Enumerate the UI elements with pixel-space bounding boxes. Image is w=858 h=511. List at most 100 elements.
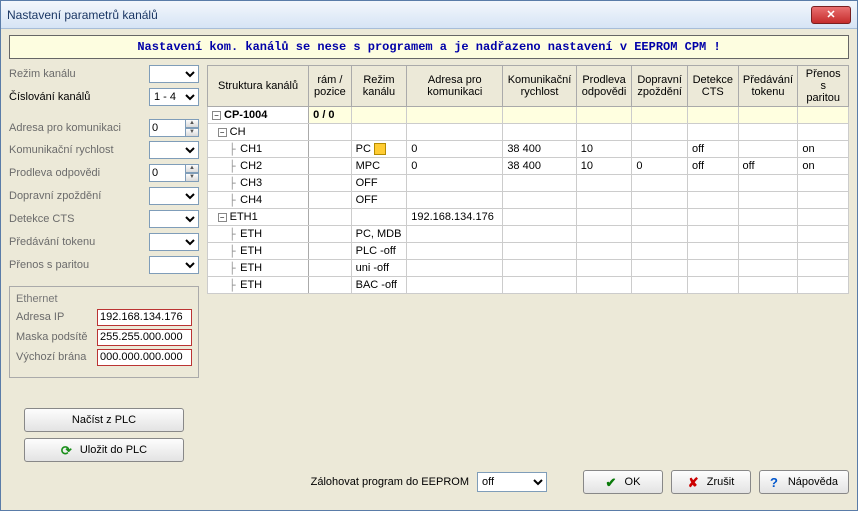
cell-frame — [309, 243, 351, 260]
cancel-button[interactable]: ✘ Zrušit — [671, 470, 751, 494]
cell-tdelay — [632, 175, 688, 192]
refresh-icon: ⟳ — [61, 443, 75, 457]
cell-mode: PLC -off — [351, 243, 407, 260]
table-row[interactable]: −CP-10040 / 0 — [208, 107, 849, 124]
cell-delay — [576, 209, 632, 226]
table-row[interactable]: ├ ETHBAC -off — [208, 277, 849, 294]
backup-label: Zálohovat program do EEPROM — [311, 476, 469, 488]
gw-input[interactable] — [97, 349, 192, 366]
tree-node-label: ETH — [240, 279, 262, 291]
cell-speed — [503, 175, 576, 192]
token-select[interactable] — [149, 233, 199, 251]
table-row[interactable]: ├ CH3OFF — [208, 175, 849, 192]
cell-speed — [503, 226, 576, 243]
ip-input[interactable] — [97, 309, 192, 326]
cell-mode — [351, 124, 407, 141]
table-row[interactable]: −CH — [208, 124, 849, 141]
numbering-select[interactable]: 1 - 4 — [149, 88, 199, 106]
cell-speed — [503, 107, 576, 124]
cell-delay — [576, 226, 632, 243]
cell-tdelay — [632, 209, 688, 226]
cell-tdelay — [632, 124, 688, 141]
cell-parity — [798, 209, 849, 226]
collapse-icon[interactable]: − — [218, 128, 227, 137]
table-row[interactable]: ├ CH2MPC038 400100offoffon — [208, 158, 849, 175]
cell-mode: PC, MDB — [351, 226, 407, 243]
mode-select[interactable] — [149, 65, 199, 83]
ok-button[interactable]: ✔ OK — [583, 470, 663, 494]
close-icon: ✕ — [826, 8, 835, 21]
cell-tdelay — [632, 226, 688, 243]
question-icon: ? — [770, 475, 783, 489]
cell-mode: OFF — [351, 192, 407, 209]
cancel-label: Zrušit — [707, 476, 735, 488]
cell-token — [738, 192, 798, 209]
cell-token — [738, 243, 798, 260]
tree-node-label: CH — [230, 126, 246, 138]
collapse-icon[interactable]: − — [218, 213, 227, 222]
cell-mode: uni -off — [351, 260, 407, 277]
chevron-down-icon[interactable]: ▼ — [185, 128, 199, 137]
help-button[interactable]: ? Nápověda — [759, 470, 849, 494]
cell-token — [738, 209, 798, 226]
chevron-up-icon[interactable]: ▲ — [185, 164, 199, 173]
chevron-down-icon[interactable]: ▼ — [185, 173, 199, 182]
delay-spinner[interactable]: ▲▼ — [149, 164, 199, 182]
table-row[interactable]: ├ CH4OFF — [208, 192, 849, 209]
tree-node-label: CH2 — [240, 160, 262, 172]
table-row[interactable]: ├ ETHuni -off — [208, 260, 849, 277]
ok-label: OK — [625, 476, 641, 488]
cell-delay — [576, 192, 632, 209]
table-row[interactable]: ├ ETHPC, MDB — [208, 226, 849, 243]
cell-addr — [407, 107, 503, 124]
comm-addr-spinner[interactable]: ▲▼ — [149, 119, 199, 137]
cell-addr — [407, 175, 503, 192]
left-panel: Režim kanálu Číslování kanálů 1 - 4 Adre… — [9, 65, 199, 462]
numbering-label: Číslování kanálů — [9, 91, 149, 103]
cell-cts: off — [687, 141, 738, 158]
cell-addr — [407, 260, 503, 277]
col-frame: rám / pozice — [309, 66, 351, 107]
cell-addr: 0 — [407, 141, 503, 158]
cell-parity — [798, 124, 849, 141]
comm-addr-input[interactable] — [149, 119, 185, 137]
cell-token — [738, 277, 798, 294]
table-row[interactable]: ├ CH1PC038 40010offon — [208, 141, 849, 158]
tree-node-label: CH3 — [240, 177, 262, 189]
cell-tdelay — [632, 107, 688, 124]
close-button[interactable]: ✕ — [811, 6, 851, 24]
backup-select[interactable]: off — [477, 472, 547, 492]
read-plc-button[interactable]: Načíst z PLC — [24, 408, 184, 432]
help-label: Nápověda — [788, 476, 838, 488]
cell-cts — [687, 107, 738, 124]
parity-label: Přenos s paritou — [9, 259, 149, 271]
tdelay-select[interactable] — [149, 187, 199, 205]
speed-label: Komunikační rychlost — [9, 144, 149, 156]
cts-select[interactable] — [149, 210, 199, 228]
cell-speed — [503, 260, 576, 277]
mode-label: Režim kanálu — [9, 68, 149, 80]
mode-warning-icon — [374, 143, 386, 155]
delay-input[interactable] — [149, 164, 185, 182]
parity-select[interactable] — [149, 256, 199, 274]
save-plc-button[interactable]: ⟳ Uložit do PLC — [24, 438, 184, 462]
collapse-icon[interactable]: − — [212, 111, 221, 120]
table-row[interactable]: −ETH1192.168.134.176 — [208, 209, 849, 226]
cell-cts — [687, 260, 738, 277]
speed-select[interactable] — [149, 141, 199, 159]
dialog-window: Nastavení parametrů kanálů ✕ Nastavení k… — [0, 0, 858, 511]
comm-addr-label: Adresa pro komunikaci — [9, 122, 149, 134]
table-row[interactable]: ├ ETHPLC -off — [208, 243, 849, 260]
ethernet-legend: Ethernet — [16, 293, 192, 305]
cell-speed — [503, 124, 576, 141]
mask-label: Maska podsítě — [16, 331, 97, 343]
mask-input[interactable] — [97, 329, 192, 346]
chevron-up-icon[interactable]: ▲ — [185, 119, 199, 128]
right-panel: Struktura kanálů rám / pozice Režim kaná… — [207, 65, 849, 462]
cell-tdelay — [632, 141, 688, 158]
cell-addr — [407, 226, 503, 243]
cell-tdelay — [632, 243, 688, 260]
token-label: Předávání tokenu — [9, 236, 149, 248]
check-icon: ✔ — [606, 475, 620, 489]
cell-speed — [503, 209, 576, 226]
